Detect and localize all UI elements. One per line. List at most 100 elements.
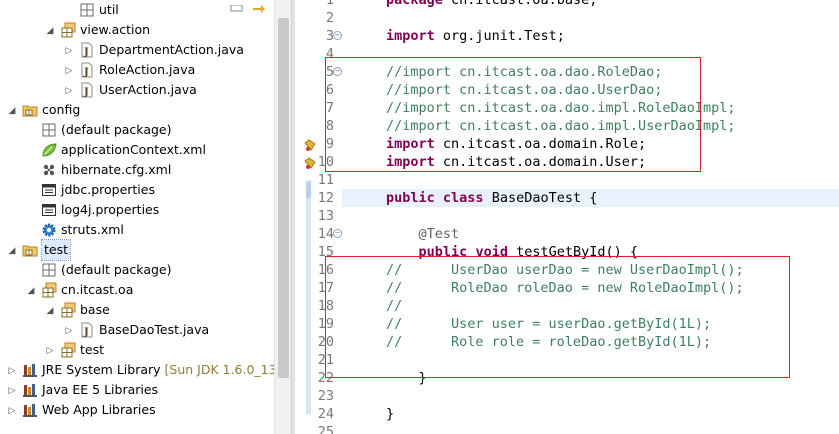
code-line[interactable]	[342, 9, 839, 27]
tree-item-decoration: [Sun JDK 1.6.0_13]	[160, 362, 282, 377]
keyword-token: public	[386, 190, 435, 206]
code-token: org.junit.Test;	[434, 28, 565, 44]
warning-icon[interactable]	[304, 156, 316, 169]
code-line[interactable]: public class BaseDaoTest {	[342, 189, 839, 207]
tree-item-label: JRE System Library [Sun JDK 1.6.0_13]	[42, 360, 281, 380]
code-line[interactable]: }	[342, 405, 839, 423]
code-line[interactable]: import org.junit.Test;	[342, 27, 839, 45]
collapsed-arrow-icon[interactable]: ▷	[64, 40, 74, 60]
line-number: 25	[317, 424, 334, 434]
tree-item-label: Web App Libraries	[42, 400, 156, 420]
properties-file-icon	[41, 182, 57, 198]
tree-item-name: hibernate.cfg.xml	[61, 162, 172, 177]
package-folder-icon	[60, 302, 76, 318]
warning-icon[interactable]	[304, 138, 316, 151]
package-folder-icon	[60, 342, 76, 358]
tree-item[interactable]: ▷ test	[0, 340, 291, 360]
tree-item-name: jdbc.properties	[61, 182, 155, 197]
library-icon	[22, 402, 38, 418]
collapsed-arrow-icon[interactable]: ▷	[64, 80, 74, 100]
expanded-arrow-icon[interactable]: ◢	[45, 20, 55, 40]
explorer-scrollbar[interactable]	[274, 0, 291, 434]
tree-item[interactable]: ▷ Java EE 5 Libraries	[0, 380, 291, 400]
tree-item-name: cn.itcast.oa	[61, 282, 134, 297]
keyword-token: package	[386, 0, 443, 8]
tree-item-label: UserAction.java	[99, 80, 197, 100]
code-token: }	[386, 406, 395, 422]
source-folder-icon	[22, 242, 38, 258]
package-folder-icon	[41, 282, 57, 298]
tree-item[interactable]: (default package)	[0, 120, 291, 140]
line-number: 3	[325, 28, 334, 44]
tree-item-label: cn.itcast.oa	[61, 280, 133, 300]
tree-item[interactable]: ◢ test	[0, 239, 291, 261]
expanded-arrow-icon[interactable]: ◢	[7, 100, 17, 120]
tree-item-name: log4j.properties	[61, 202, 160, 217]
line-number: 24	[317, 406, 334, 422]
expanded-arrow-icon[interactable]: ◢	[26, 280, 36, 300]
svg-text:J: J	[83, 47, 89, 58]
tree-item[interactable]: applicationContext.xml	[0, 140, 291, 160]
tree-item-name: test	[80, 342, 105, 357]
collapsed-arrow-icon[interactable]: ▷	[64, 60, 74, 80]
tree-item[interactable]: ◢ config	[0, 100, 291, 120]
tree-item-label: RoleAction.java	[99, 60, 195, 80]
tree-item[interactable]: log4j.properties	[0, 200, 291, 220]
code-line[interactable]	[342, 387, 839, 405]
tree-item[interactable]: ◢ view.action	[0, 20, 291, 40]
svg-text:J: J	[83, 67, 89, 78]
code-token: BaseDaoTest {	[483, 190, 598, 206]
tree-item[interactable]: ▷ Web App Libraries	[0, 400, 291, 420]
collapsed-arrow-icon[interactable]: ▷	[7, 380, 17, 400]
fold-toggle-icon[interactable]: −	[333, 31, 342, 40]
tree-item[interactable]: util	[0, 0, 291, 20]
tree-item-label: (default package)	[61, 120, 171, 140]
tree-item-name: test	[44, 242, 69, 257]
explorer-scrollbar-thumb[interactable]	[278, 18, 289, 378]
tree-item[interactable]: hibernate.cfg.xml	[0, 160, 291, 180]
code-line[interactable]: package cn.itcast.oa.base;	[342, 0, 839, 9]
tree-item[interactable]: ▷ J UserAction.java	[0, 80, 291, 100]
fold-toggle-icon[interactable]: −	[333, 229, 342, 238]
spring-leaf-icon	[41, 142, 57, 158]
tree-item-label: view.action	[80, 20, 150, 40]
svg-text:J: J	[83, 87, 89, 98]
tree-item[interactable]: ◢ cn.itcast.oa	[0, 280, 291, 300]
tree-item-label: jdbc.properties	[61, 180, 155, 200]
tree-item-label: hibernate.cfg.xml	[61, 160, 171, 180]
line-number: 11	[317, 172, 334, 188]
tree-item-name: struts.xml	[61, 222, 124, 237]
tree-item[interactable]: (default package)	[0, 260, 291, 280]
keyword-token: class	[442, 190, 484, 206]
tree-item[interactable]: ▷ J RoleAction.java	[0, 60, 291, 80]
line-number: 13	[317, 208, 334, 224]
collapsed-arrow-icon[interactable]: ▷	[45, 340, 55, 360]
expanded-arrow-icon[interactable]: ◢	[45, 300, 55, 320]
tree-item-label: struts.xml	[61, 220, 124, 240]
tree-item[interactable]: struts.xml	[0, 220, 291, 240]
collapsed-arrow-icon[interactable]: ▷	[7, 400, 17, 420]
collapsed-arrow-icon[interactable]: ▷	[7, 360, 17, 380]
code-line[interactable]	[342, 207, 839, 225]
line-number: 23	[317, 388, 334, 404]
code-token: cn.itcast.oa.base;	[442, 0, 598, 8]
java-file-icon: J	[79, 42, 95, 58]
expanded-arrow-icon[interactable]: ◢	[7, 240, 17, 260]
code-line[interactable]	[342, 171, 839, 189]
code-line[interactable]: @Test	[342, 225, 839, 243]
keyword-token: import	[386, 28, 435, 44]
collapsed-arrow-icon[interactable]: ▷	[64, 320, 74, 340]
tree-item[interactable]: ▷ JRE System Library [Sun JDK 1.6.0_13]	[0, 360, 291, 380]
tree-item[interactable]: ◢ base	[0, 300, 291, 320]
tree-item-name: base	[80, 302, 110, 317]
tree-item-name: config	[42, 102, 81, 117]
tree-item[interactable]: ▷ J DepartmentAction.java	[0, 40, 291, 60]
tree-item-name: applicationContext.xml	[61, 142, 206, 157]
java-editor[interactable]: 1 2 3−4 5−6 7 8 9 10 11 12 13 14−15 16 17 18 19 20 21 22 23…	[295, 0, 839, 434]
tree-item[interactable]: jdbc.properties	[0, 180, 291, 200]
code-line[interactable]	[342, 423, 839, 434]
tree-item[interactable]: ▷ J BaseDaoTest.java	[0, 320, 291, 340]
tree-item-name: util	[99, 2, 119, 17]
